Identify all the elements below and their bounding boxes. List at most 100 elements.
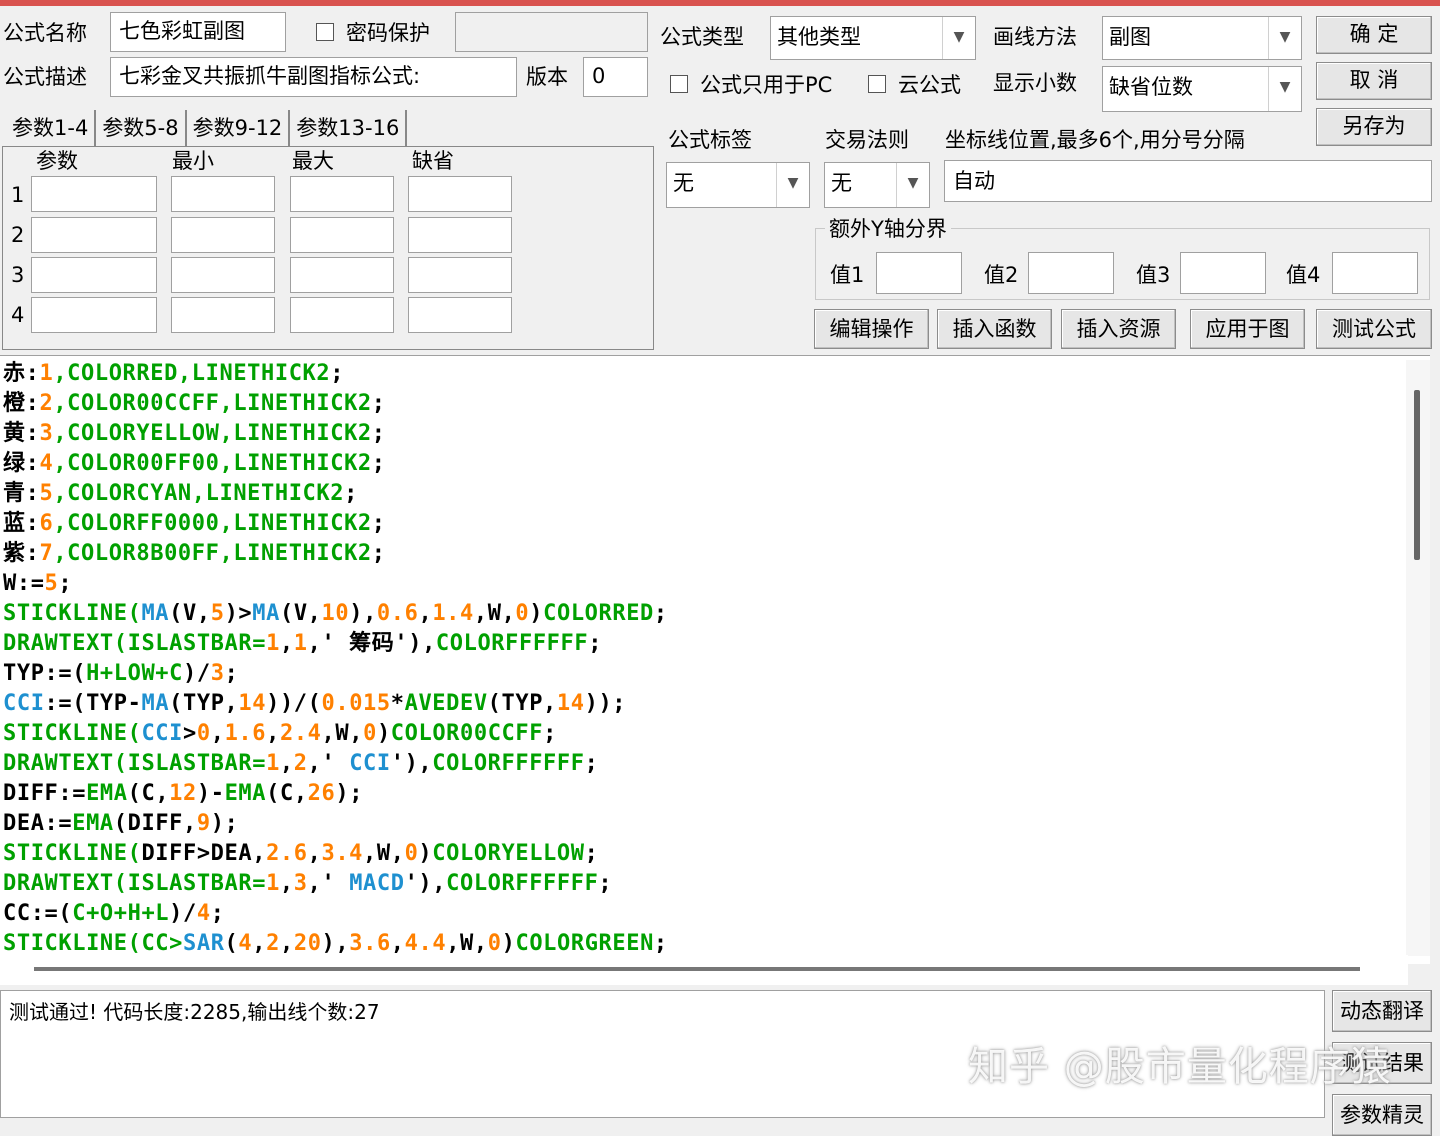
version-input[interactable]: 0 bbox=[583, 57, 648, 97]
param-row-number: 3 bbox=[11, 263, 25, 287]
code-line: STICKLINE(MA(V,5)>MA(V,10),0.6,1.4,W,0)C… bbox=[3, 601, 668, 626]
param-min-input[interactable] bbox=[171, 217, 275, 253]
code-line: DRAWTEXT(ISLASTBAR=1,3,' MACD'),COLORFFF… bbox=[3, 871, 613, 896]
param-max-input[interactable] bbox=[290, 257, 394, 293]
trade-rule-label: 交易法则 bbox=[825, 128, 909, 152]
param-name-input[interactable] bbox=[31, 176, 157, 212]
value1-label: 值1 bbox=[830, 263, 865, 287]
param-wizard-button[interactable]: 参数精灵 bbox=[1332, 1094, 1432, 1136]
param-default-input[interactable] bbox=[408, 257, 512, 293]
code-editor[interactable]: 赤:1,COLORRED,LINETHICK2; 橙:2,COLOR00CCFF,… bbox=[0, 355, 1430, 964]
value3-input[interactable] bbox=[1180, 252, 1266, 294]
column-header-max: 最大 bbox=[292, 149, 334, 173]
window-top-border bbox=[0, 0, 1440, 6]
value4-label: 值4 bbox=[1286, 263, 1321, 287]
formula-type-select[interactable]: 其他类型 ▼ bbox=[770, 16, 976, 60]
edit-operations-button[interactable]: 编辑操作 bbox=[814, 309, 929, 349]
value3-label: 值3 bbox=[1136, 263, 1171, 287]
decimals-label: 显示小数 bbox=[993, 71, 1077, 95]
horizontal-scrollbar[interactable] bbox=[0, 955, 1408, 985]
chevron-down-icon: ▼ bbox=[1268, 17, 1301, 59]
formula-tag-label: 公式标签 bbox=[668, 128, 752, 152]
chevron-down-icon: ▼ bbox=[1268, 67, 1301, 111]
dynamic-translate-button[interactable]: 动态翻译 bbox=[1332, 990, 1432, 1032]
vertical-scrollbar[interactable] bbox=[1406, 360, 1430, 956]
insert-resource-button[interactable]: 插入资源 bbox=[1061, 309, 1176, 349]
formula-type-value: 其他类型 bbox=[777, 25, 861, 49]
pc-only-checkbox[interactable] bbox=[670, 75, 688, 93]
param-row-number: 4 bbox=[11, 303, 25, 327]
code-line: DEA:=EMA(DIFF,9); bbox=[3, 811, 239, 836]
code-line: 黄:3,COLORYELLOW,LINETHICK2; bbox=[3, 421, 386, 446]
value2-label: 值2 bbox=[984, 263, 1019, 287]
tab-params-9-12[interactable]: 参数9-12 bbox=[187, 110, 291, 146]
decimals-select[interactable]: 缺省位数 ▼ bbox=[1102, 66, 1302, 112]
code-line: STICKLINE(DIFF>DEA,2.6,3.4,W,0)COLORYELL… bbox=[3, 841, 599, 866]
column-header-default: 缺省 bbox=[412, 149, 454, 173]
column-header-min: 最小 bbox=[172, 149, 214, 173]
param-max-input[interactable] bbox=[290, 217, 394, 253]
chevron-down-icon: ▼ bbox=[896, 163, 929, 207]
tab-params-5-8[interactable]: 参数5-8 bbox=[96, 110, 187, 146]
trade-rule-select[interactable]: 无 ▼ bbox=[824, 162, 930, 208]
param-name-input[interactable] bbox=[31, 297, 157, 333]
ok-button[interactable]: 确 定 bbox=[1316, 16, 1432, 54]
code-line: 青:5,COLORCYAN,LINETHICK2; bbox=[3, 481, 358, 506]
test-formula-button[interactable]: 测试公式 bbox=[1316, 309, 1432, 349]
column-header-param: 参数 bbox=[36, 149, 78, 173]
param-min-input[interactable] bbox=[171, 176, 275, 212]
password-label: 密码保护 bbox=[346, 21, 430, 45]
code-line: 赤:1,COLORRED,LINETHICK2; bbox=[3, 361, 345, 386]
param-max-input[interactable] bbox=[290, 297, 394, 333]
formula-name-input[interactable]: 七色彩虹副图 bbox=[110, 12, 286, 52]
draw-method-label: 画线方法 bbox=[993, 25, 1077, 49]
param-default-input[interactable] bbox=[408, 217, 512, 253]
formula-tag-value: 无 bbox=[673, 171, 694, 195]
code-line: DRAWTEXT(ISLASTBAR=1,1,' 筹码'),COLORFFFFF… bbox=[3, 631, 603, 656]
code-line: 橙:2,COLOR00CCFF,LINETHICK2; bbox=[3, 391, 386, 416]
code-line: CCI:=(TYP-MA(TYP,14))/(0.015*AVEDEV(TYP,… bbox=[3, 691, 627, 716]
tab-params-13-16[interactable]: 参数13-16 bbox=[290, 110, 408, 146]
tab-params-1-4[interactable]: 参数1-4 bbox=[6, 110, 97, 146]
watermark: 知乎 @股市量化程序猿 bbox=[968, 1044, 1392, 1090]
cancel-button[interactable]: 取 消 bbox=[1316, 62, 1432, 100]
version-label: 版本 bbox=[526, 65, 568, 89]
draw-method-select[interactable]: 副图 ▼ bbox=[1102, 16, 1302, 60]
insert-function-button[interactable]: 插入函数 bbox=[937, 309, 1052, 349]
param-default-input[interactable] bbox=[408, 297, 512, 333]
code-line: STICKLINE(CCI>0,1.6,2.4,W,0)COLOR00CCFF; bbox=[3, 721, 557, 746]
param-max-input[interactable] bbox=[290, 176, 394, 212]
decimals-value: 缺省位数 bbox=[1109, 75, 1193, 99]
param-row-number: 1 bbox=[11, 183, 25, 207]
code-line: DRAWTEXT(ISLASTBAR=1,2,' CCI'),COLORFFFF… bbox=[3, 751, 599, 776]
axis-lines-label: 坐标线位置,最多6个,用分号分隔 bbox=[945, 128, 1245, 152]
value2-input[interactable] bbox=[1028, 252, 1114, 294]
code-line: 绿:4,COLOR00FF00,LINETHICK2; bbox=[3, 451, 386, 476]
params-tab-bar: 参数1-4 参数5-8 参数9-12 参数13-16 bbox=[6, 110, 408, 146]
value4-input[interactable] bbox=[1332, 252, 1418, 294]
scrollbar-thumb[interactable] bbox=[34, 967, 1360, 971]
save-as-button[interactable]: 另存为 bbox=[1316, 108, 1432, 146]
param-min-input[interactable] bbox=[171, 297, 275, 333]
apply-to-chart-button[interactable]: 应用于图 bbox=[1190, 309, 1305, 349]
cloud-label: 云公式 bbox=[898, 73, 961, 97]
formula-tag-select[interactable]: 无 ▼ bbox=[666, 162, 810, 208]
password-input[interactable] bbox=[455, 12, 648, 52]
param-name-input[interactable] bbox=[31, 217, 157, 253]
output-message: 测试通过! 代码长度:2285,输出线个数:27 bbox=[9, 1000, 380, 1024]
formula-desc-input[interactable]: 七彩金叉共振抓牛副图指标公式: bbox=[110, 57, 517, 97]
formula-type-label: 公式类型 bbox=[660, 25, 744, 49]
chevron-down-icon: ▼ bbox=[776, 163, 809, 207]
param-min-input[interactable] bbox=[171, 257, 275, 293]
value1-input[interactable] bbox=[876, 252, 962, 294]
axis-lines-input[interactable]: 自动 bbox=[944, 160, 1432, 202]
code-line: W:=5; bbox=[3, 571, 73, 596]
pc-only-label: 公式只用于PC bbox=[700, 73, 833, 97]
cloud-checkbox[interactable] bbox=[868, 75, 886, 93]
param-default-input[interactable] bbox=[408, 176, 512, 212]
param-name-input[interactable] bbox=[31, 257, 157, 293]
password-checkbox[interactable] bbox=[316, 23, 334, 41]
scrollbar-thumb[interactable] bbox=[1414, 390, 1420, 560]
chevron-down-icon: ▼ bbox=[942, 17, 975, 59]
formula-name-label: 公式名称 bbox=[3, 21, 87, 45]
